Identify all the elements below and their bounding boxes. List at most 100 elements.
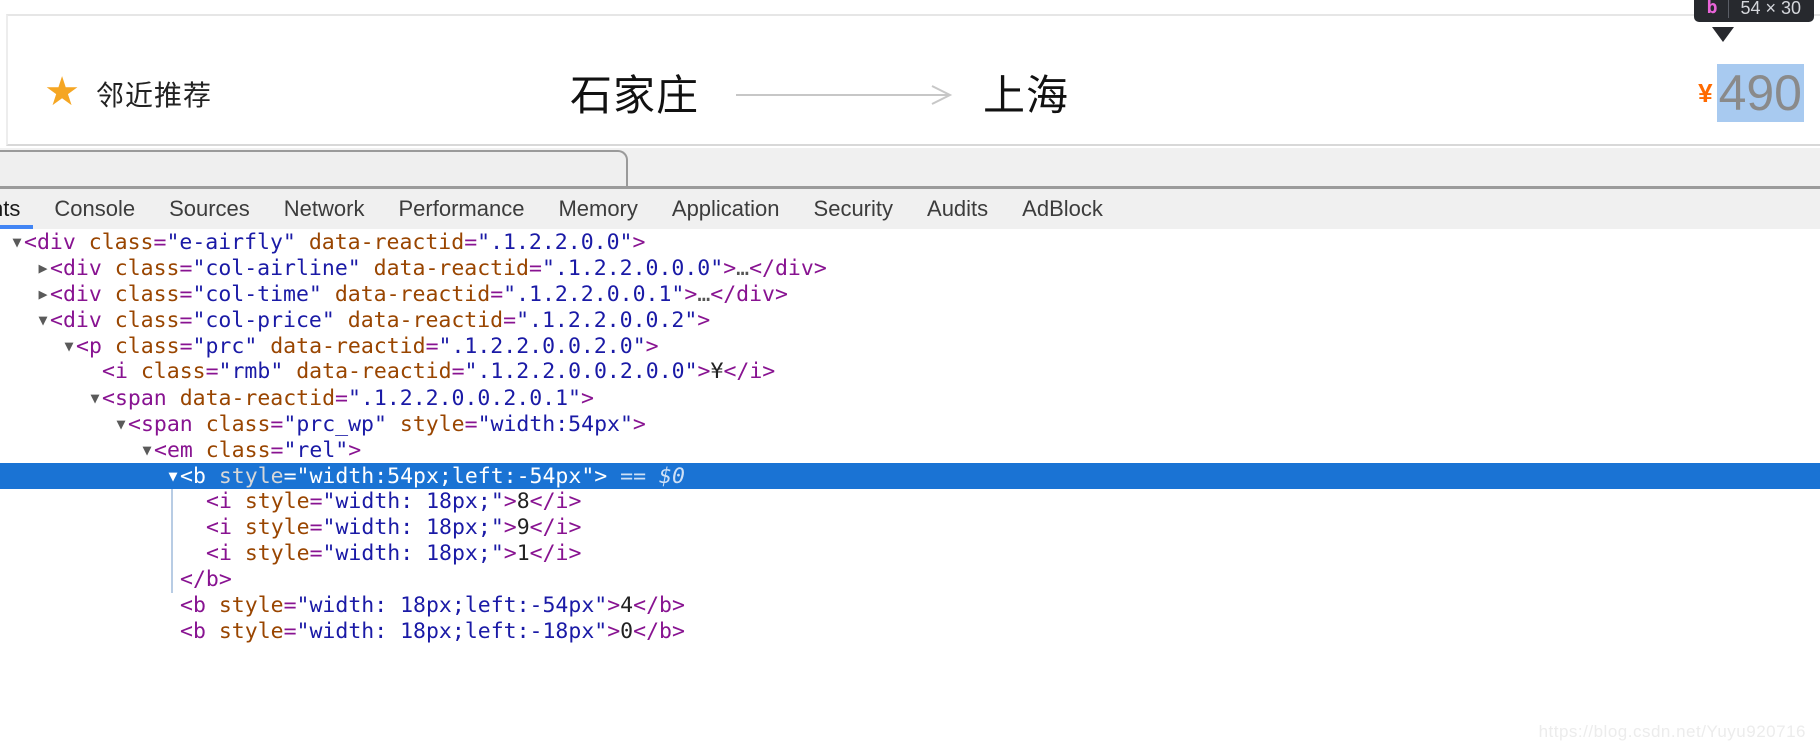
- inspect-badge-tag-name: b: [1707, 0, 1718, 18]
- dom-token-attr: data-reactid: [296, 359, 451, 384]
- chevron-down-icon[interactable]: [36, 307, 50, 333]
- dom-token-val: ".1.2.2.0.0.2.0": [439, 334, 646, 359]
- dom-token-attr: class: [206, 412, 271, 437]
- currency-symbol: ¥: [1698, 64, 1712, 122]
- dom-token-punct: <: [50, 308, 63, 333]
- dom-tree-row[interactable]: <div class="e-airfly" data-reactid=".1.2…: [0, 229, 1820, 255]
- inspect-badge-dimensions: 54 × 30: [1740, 0, 1801, 18]
- dom-token-punct: >: [684, 282, 697, 307]
- devtools-tab-adblock[interactable]: AdBlock: [1005, 189, 1120, 229]
- devtools-tab-nts[interactable]: nts: [0, 189, 37, 229]
- devtools-tab-sources[interactable]: Sources: [152, 189, 267, 229]
- dom-token-punct: </i>: [723, 359, 775, 384]
- devtools-tab-security[interactable]: Security: [797, 189, 910, 229]
- dom-token-val: "width: 18px;": [323, 541, 504, 566]
- chevron-down-icon[interactable]: [140, 437, 154, 463]
- devtools-tab-performance[interactable]: Performance: [381, 189, 541, 229]
- dom-token-punct: </div>: [749, 256, 827, 281]
- dom-token-punct: <: [154, 438, 167, 463]
- dom-token-tag: div: [63, 282, 102, 307]
- dom-tree-row[interactable]: <div class="col-airline" data-reactid=".…: [0, 255, 1820, 281]
- dom-token-punct: =: [180, 334, 193, 359]
- dom-token-punct: >: [607, 619, 620, 644]
- dom-token-punct: >: [504, 515, 517, 540]
- browser-tab-handle[interactable]: [0, 150, 628, 190]
- chevron-down-icon[interactable]: [62, 333, 76, 359]
- dom-tree-row[interactable]: <i class="rmb" data-reactid=".1.2.2.0.0.…: [0, 359, 1820, 385]
- dom-token-punct: <: [206, 515, 219, 540]
- dom-token-punct: <: [180, 464, 193, 489]
- dom-token-punct: >: [607, 593, 620, 618]
- price-value[interactable]: 490: [1717, 64, 1804, 122]
- dom-token-punct: <: [76, 334, 89, 359]
- dom-token-punct: >: [504, 541, 517, 566]
- devtools-tab-label: nts: [0, 189, 20, 229]
- devtools-titlebar: [0, 148, 1820, 188]
- dom-tree-row-selected[interactable]: <b style="width:54px;left:-54px"> == $0: [0, 463, 1820, 489]
- dom-tree-row[interactable]: <div class="col-price" data-reactid=".1.…: [0, 307, 1820, 333]
- devtools-tab-label: Application: [672, 189, 780, 229]
- dom-tree-row[interactable]: </b>: [0, 567, 1820, 593]
- dom-tree-row[interactable]: <em class="rel">: [0, 437, 1820, 463]
- dom-token-tag: em: [167, 438, 193, 463]
- dom-tree-row[interactable]: <span data-reactid=".1.2.2.0.0.2.0.1">: [0, 385, 1820, 411]
- dom-token-attr: style: [245, 541, 310, 566]
- dom-token-punct: </b>: [633, 593, 685, 618]
- dom-token-punct: =: [206, 359, 219, 384]
- chevron-down-icon[interactable]: [88, 385, 102, 411]
- flight-result-card[interactable]: ★ 邻近推荐 石家庄 上海 ¥ 490: [6, 14, 1820, 146]
- dom-token-val: ".1.2.2.0.0.1": [503, 282, 684, 307]
- dom-tree-row[interactable]: <i style="width: 18px;">8</i>: [0, 489, 1820, 515]
- dom-token-punct: >: [633, 412, 646, 437]
- dom-token-punct: <: [180, 593, 193, 618]
- dom-token-text: 4: [620, 593, 633, 618]
- devtools-tab-label: Sources: [169, 189, 250, 229]
- dom-tree-row[interactable]: <div class="col-time" data-reactid=".1.2…: [0, 281, 1820, 307]
- dom-token-attr: data-reactid: [335, 282, 490, 307]
- devtools-tab-console[interactable]: Console: [37, 189, 152, 229]
- dom-token-punct: </b>: [633, 619, 685, 644]
- chevron-down-icon[interactable]: [114, 411, 128, 437]
- devtools-tab-label: Network: [284, 189, 365, 229]
- chevron-right-icon[interactable]: [36, 255, 50, 281]
- chevron-right-icon[interactable]: [36, 281, 50, 307]
- dom-token-punct: <: [102, 359, 115, 384]
- devtools-tab-network[interactable]: Network: [267, 189, 382, 229]
- dom-token-punct: >: [698, 359, 711, 384]
- devtools-tab-label: Memory: [558, 189, 637, 229]
- dom-token-attr: style: [219, 464, 284, 489]
- dom-tree-row[interactable]: <i style="width: 18px;">1</i>: [0, 541, 1820, 567]
- devtools-tab-application[interactable]: Application: [655, 189, 797, 229]
- devtools-tab-label: Performance: [398, 189, 524, 229]
- devtools-tab-memory[interactable]: Memory: [541, 189, 654, 229]
- devtools-tab-strip: nts Console Sources Network Performance Memor…: [0, 189, 1120, 229]
- dom-token-ellip: …: [697, 282, 710, 307]
- nearby-recommendation-label: 邻近推荐: [96, 78, 212, 114]
- dom-tree-row[interactable]: <p class="prc" data-reactid=".1.2.2.0.0.…: [0, 333, 1820, 359]
- dom-token-val: "prc_wp": [283, 412, 387, 437]
- watermark: https://blog.csdn.net/Yuyu920716: [1539, 722, 1806, 742]
- dom-token-punct: <: [206, 489, 219, 514]
- price-block[interactable]: ¥ 490: [1698, 64, 1804, 122]
- dom-token-attr: style: [219, 593, 284, 618]
- dom-tree-view[interactable]: <div class="e-airfly" data-reactid=".1.2…: [0, 229, 1820, 748]
- dom-token-punct: >: [723, 256, 736, 281]
- dom-token-punct: =: [310, 515, 323, 540]
- dom-tree-row[interactable]: <b style="width: 18px;left:-54px">4</b>: [0, 593, 1820, 619]
- dom-token-punct: >: [646, 334, 659, 359]
- chevron-down-icon[interactable]: [10, 229, 24, 255]
- chevron-down-icon[interactable]: [166, 463, 180, 489]
- dom-token-val: "col-price": [192, 308, 334, 333]
- devtools-tab-audits[interactable]: Audits: [910, 189, 1005, 229]
- dom-tree-row[interactable]: <i style="width: 18px;">9</i>: [0, 515, 1820, 541]
- dom-tree-row[interactable]: <span class="prc_wp" style="width:54px">: [0, 411, 1820, 437]
- dom-token-tag: i: [219, 489, 232, 514]
- arrow-right-icon: [736, 84, 954, 106]
- dom-tree-row[interactable]: <b style="width: 18px;left:-18px">0</b>: [0, 619, 1820, 645]
- dom-token-tag: b: [193, 593, 206, 618]
- dom-token-tag: i: [219, 541, 232, 566]
- dom-token-tag: i: [219, 515, 232, 540]
- devtools-tab-label: Console: [54, 189, 135, 229]
- dom-token-val: "width: 18px;": [323, 489, 504, 514]
- star-icon: ★: [44, 74, 80, 110]
